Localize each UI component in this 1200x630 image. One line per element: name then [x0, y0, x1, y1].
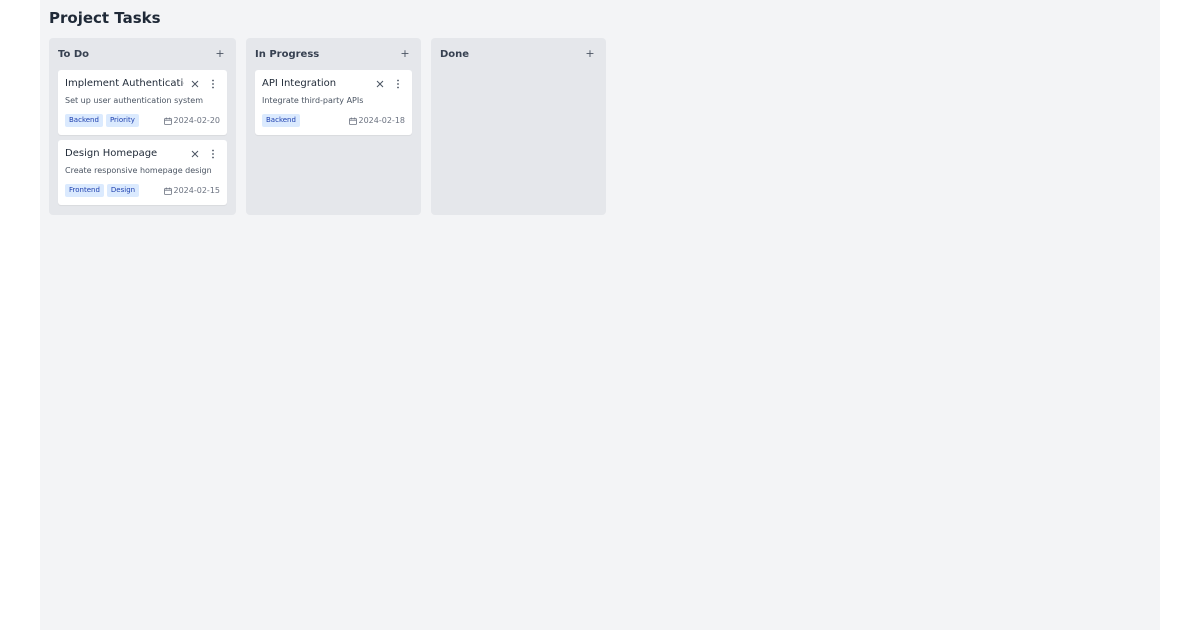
- card-description: Create responsive homepage design: [65, 166, 212, 175]
- task-card[interactable]: Design Homepage Create responsive homepa…: [58, 140, 227, 205]
- close-icon[interactable]: [188, 147, 202, 161]
- calendar-icon: [163, 187, 172, 195]
- add-card-button[interactable]: +: [398, 47, 412, 61]
- close-icon[interactable]: [188, 77, 202, 91]
- add-card-button[interactable]: +: [213, 47, 227, 61]
- more-vertical-icon[interactable]: [391, 77, 405, 91]
- card-title: Design Homepage: [65, 148, 158, 159]
- due-date-text: 2024-02-15: [173, 186, 221, 195]
- tag-badge: Design: [106, 184, 140, 197]
- tag-list: Backend: [262, 114, 303, 127]
- column-header: Done +: [440, 38, 597, 70]
- column-title: In Progress: [255, 48, 320, 60]
- kanban-app: Project Tasks To Do + Implement Authenti…: [40, 0, 1160, 630]
- column-header: To Do +: [58, 38, 227, 70]
- tag-badge: Backend: [262, 114, 300, 127]
- tag-list: Frontend Design: [65, 184, 142, 197]
- task-card[interactable]: Implement Authentication Set up user aut…: [58, 70, 227, 135]
- due-date: 2024-02-15: [163, 186, 221, 195]
- due-date-text: 2024-02-18: [358, 116, 406, 125]
- due-date: 2024-02-18: [348, 116, 406, 125]
- card-title: Implement Authentication: [65, 78, 184, 89]
- more-vertical-icon[interactable]: [206, 77, 220, 91]
- due-date: 2024-02-20: [163, 116, 221, 125]
- tag-badge: Frontend: [65, 184, 104, 197]
- tag-badge: Priority: [105, 114, 139, 127]
- tag-badge: Backend: [65, 114, 103, 127]
- calendar-icon: [348, 117, 357, 125]
- task-card[interactable]: API Integration Integrate third-party AP…: [255, 70, 412, 135]
- calendar-icon: [163, 117, 172, 125]
- column-done: Done +: [431, 38, 606, 215]
- close-icon[interactable]: [373, 77, 387, 91]
- more-vertical-icon[interactable]: [206, 147, 220, 161]
- column-in-progress: In Progress + API Integration Integrate …: [246, 38, 421, 215]
- column-to-do: To Do + Implement Authentication Set up …: [49, 38, 236, 215]
- page-title: Project Tasks: [49, 9, 161, 27]
- card-title: API Integration: [262, 78, 337, 89]
- add-card-button[interactable]: +: [583, 47, 597, 61]
- due-date-text: 2024-02-20: [173, 116, 221, 125]
- column-title: To Do: [58, 48, 90, 60]
- card-description: Integrate third-party APIs: [262, 96, 364, 105]
- column-header: In Progress +: [255, 38, 412, 70]
- card-description: Set up user authentication system: [65, 96, 203, 105]
- kanban-board: To Do + Implement Authentication Set up …: [49, 38, 1151, 215]
- tag-list: Backend Priority: [65, 114, 142, 127]
- column-title: Done: [440, 48, 470, 60]
